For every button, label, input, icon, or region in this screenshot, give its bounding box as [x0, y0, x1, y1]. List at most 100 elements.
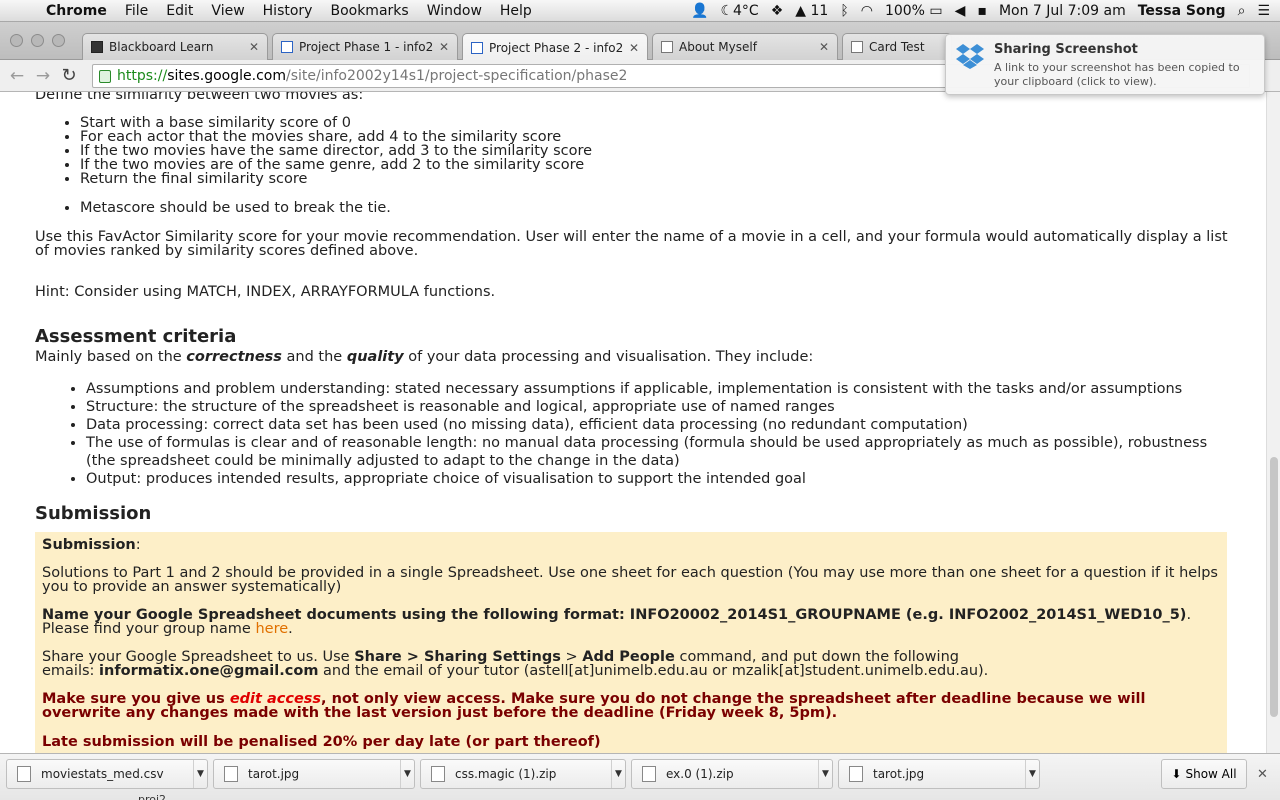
window-controls [10, 34, 65, 47]
page-scrollbar[interactable] [1266, 92, 1280, 753]
close-window-icon[interactable] [10, 34, 23, 47]
menu-view[interactable]: View [202, 3, 253, 19]
tab-about-myself[interactable]: About Myself ✕ [652, 33, 838, 60]
file-icon [849, 766, 863, 782]
user-silhouette-icon[interactable]: 👤 [691, 3, 708, 19]
dropbox-icon [956, 44, 984, 69]
group-name-link[interactable]: here [255, 621, 288, 637]
scrollbar-thumb[interactable] [1270, 457, 1278, 717]
adobe-status[interactable]: ▲ 11 [795, 3, 828, 19]
list-item: Data processing: correct data set has be… [86, 416, 1226, 434]
weather-status[interactable]: ☾4°C [720, 3, 758, 19]
chevron-down-icon[interactable]: ▼ [818, 760, 832, 788]
tab-label: Project Phase 1 - info200 [299, 40, 433, 54]
tab-close-icon[interactable]: ✕ [249, 40, 259, 54]
tab-close-icon[interactable]: ✕ [819, 40, 829, 54]
hint-paragraph: Hint: Consider using MATCH, INDEX, ARRAY… [35, 284, 496, 300]
chevron-down-icon[interactable]: ▼ [1025, 760, 1039, 788]
submission-heading: Submission [35, 503, 152, 524]
file-icon [17, 766, 31, 782]
menu-history[interactable]: History [254, 3, 322, 19]
page-icon [661, 41, 673, 53]
file-icon [642, 766, 656, 782]
chevron-down-icon[interactable]: ▼ [193, 760, 207, 788]
battery-icon: ▭ [929, 2, 943, 19]
download-shelf: moviestats_med.csv ▼ tarot.jpg ▼ css.mag… [0, 753, 1280, 800]
text-run: Mainly based on the [35, 349, 187, 365]
clock[interactable]: Mon 7 Jul 7:09 am [999, 3, 1126, 19]
bluetooth-icon[interactable]: ᛒ [840, 3, 848, 19]
notification-center-icon[interactable]: ☰ [1257, 3, 1270, 19]
emphasis-correctness: correctness [186, 349, 282, 365]
text-run: and the email of your tutor (astell[at]u… [318, 663, 989, 679]
wifi-icon[interactable]: ◠ [861, 3, 873, 19]
blackboard-icon [91, 41, 103, 53]
adobe-count: 11 [810, 2, 829, 19]
list-item: The use of formulas is clear and of reas… [86, 434, 1226, 470]
download-filename: css.magic (1).zip [455, 767, 557, 781]
close-shelf-icon[interactable]: ✕ [1257, 767, 1268, 782]
secure-lock-icon[interactable] [99, 69, 111, 83]
text-run: Submission [42, 537, 136, 553]
reload-icon[interactable]: ↻ [56, 65, 82, 86]
chevron-down-icon[interactable]: ▼ [400, 760, 414, 788]
text-run: emails: [42, 663, 100, 679]
list-item: Metascore should be used to break the ti… [80, 201, 391, 216]
tab-card-test[interactable]: Card Test [842, 33, 952, 60]
tab-blackboard[interactable]: Blackboard Learn ✕ [82, 33, 268, 60]
volume-icon[interactable]: ◀ [955, 3, 966, 19]
back-arrow-icon[interactable]: ← [4, 66, 30, 86]
tab-project-phase-1[interactable]: Project Phase 1 - info200 ✕ [272, 33, 458, 60]
tab-label: Blackboard Learn [109, 40, 214, 54]
show-all-label: Show All [1185, 767, 1237, 781]
tiebreak-list: Metascore should be used to break the ti… [80, 201, 391, 216]
file-icon [224, 766, 238, 782]
criteria-list: Assumptions and problem understanding: s… [86, 380, 1226, 488]
emphasis-quality: quality [346, 349, 404, 365]
battery-status[interactable]: 100% ▭ [885, 3, 943, 19]
text-run: of your data processing and visualisatio… [403, 349, 814, 365]
download-item[interactable]: ex.0 (1).zip ▼ [631, 759, 833, 789]
url-host: sites.google.com [167, 68, 286, 84]
tab-project-phase-2[interactable]: Project Phase 2 - info200 ✕ [462, 33, 648, 61]
zoom-window-icon[interactable] [52, 34, 65, 47]
dropbox-menubar-icon[interactable]: ❖ [771, 3, 784, 19]
submission-share: Share your Google Spreadsheet to us. Use… [42, 650, 1222, 679]
list-item: Return the final similarity score [80, 172, 592, 187]
download-item[interactable]: css.magic (1).zip ▼ [420, 759, 626, 789]
user-name[interactable]: Tessa Song [1138, 3, 1226, 19]
download-item[interactable]: moviestats_med.csv ▼ [6, 759, 208, 789]
google-sites-icon [281, 41, 293, 53]
tab-close-icon[interactable]: ✕ [629, 41, 639, 55]
submission-warning: Make sure you give us edit access, not o… [42, 692, 1222, 721]
download-filename: ex.0 (1).zip [666, 767, 734, 781]
assessment-intro: Mainly based on the correctness and the … [35, 349, 814, 365]
google-sites-icon [471, 41, 483, 54]
tab-close-icon[interactable]: ✕ [439, 40, 449, 54]
menu-file[interactable]: File [116, 3, 157, 19]
menu-bookmarks[interactable]: Bookmarks [321, 3, 417, 19]
battery-percent: 100% [884, 2, 925, 19]
list-item: For each actor that the movies share, ad… [80, 130, 592, 145]
chevron-down-icon[interactable]: ▼ [611, 760, 625, 788]
download-item[interactable]: tarot.jpg ▼ [213, 759, 415, 789]
menu-edit[interactable]: Edit [157, 3, 202, 19]
list-item: Output: produces intended results, appro… [86, 470, 1226, 488]
menu-app-name[interactable]: Chrome [40, 3, 116, 19]
dropbox-notification[interactable]: Sharing Screenshot A link to your screen… [945, 34, 1265, 95]
submission-solutions: Solutions to Part 1 and 2 should be prov… [42, 565, 1218, 595]
minimize-window-icon[interactable] [31, 34, 44, 47]
spotlight-search-icon[interactable]: ⌕ [1238, 3, 1246, 19]
show-all-button[interactable]: ⬇ Show All [1161, 759, 1247, 789]
flag-icon[interactable]: ▪ [977, 3, 987, 19]
list-item: Assumptions and problem understanding: s… [86, 380, 1226, 398]
tab-label: About Myself [679, 40, 757, 54]
menu-help[interactable]: Help [491, 3, 541, 19]
list-item: If the two movies have the same director… [80, 144, 592, 159]
file-icon [431, 766, 445, 782]
menu-window[interactable]: Window [418, 3, 491, 19]
page-icon [851, 41, 863, 53]
download-item[interactable]: tarot.jpg ▼ [838, 759, 1040, 789]
forward-arrow-icon[interactable]: → [30, 66, 56, 86]
download-filename: moviestats_med.csv [41, 767, 164, 781]
